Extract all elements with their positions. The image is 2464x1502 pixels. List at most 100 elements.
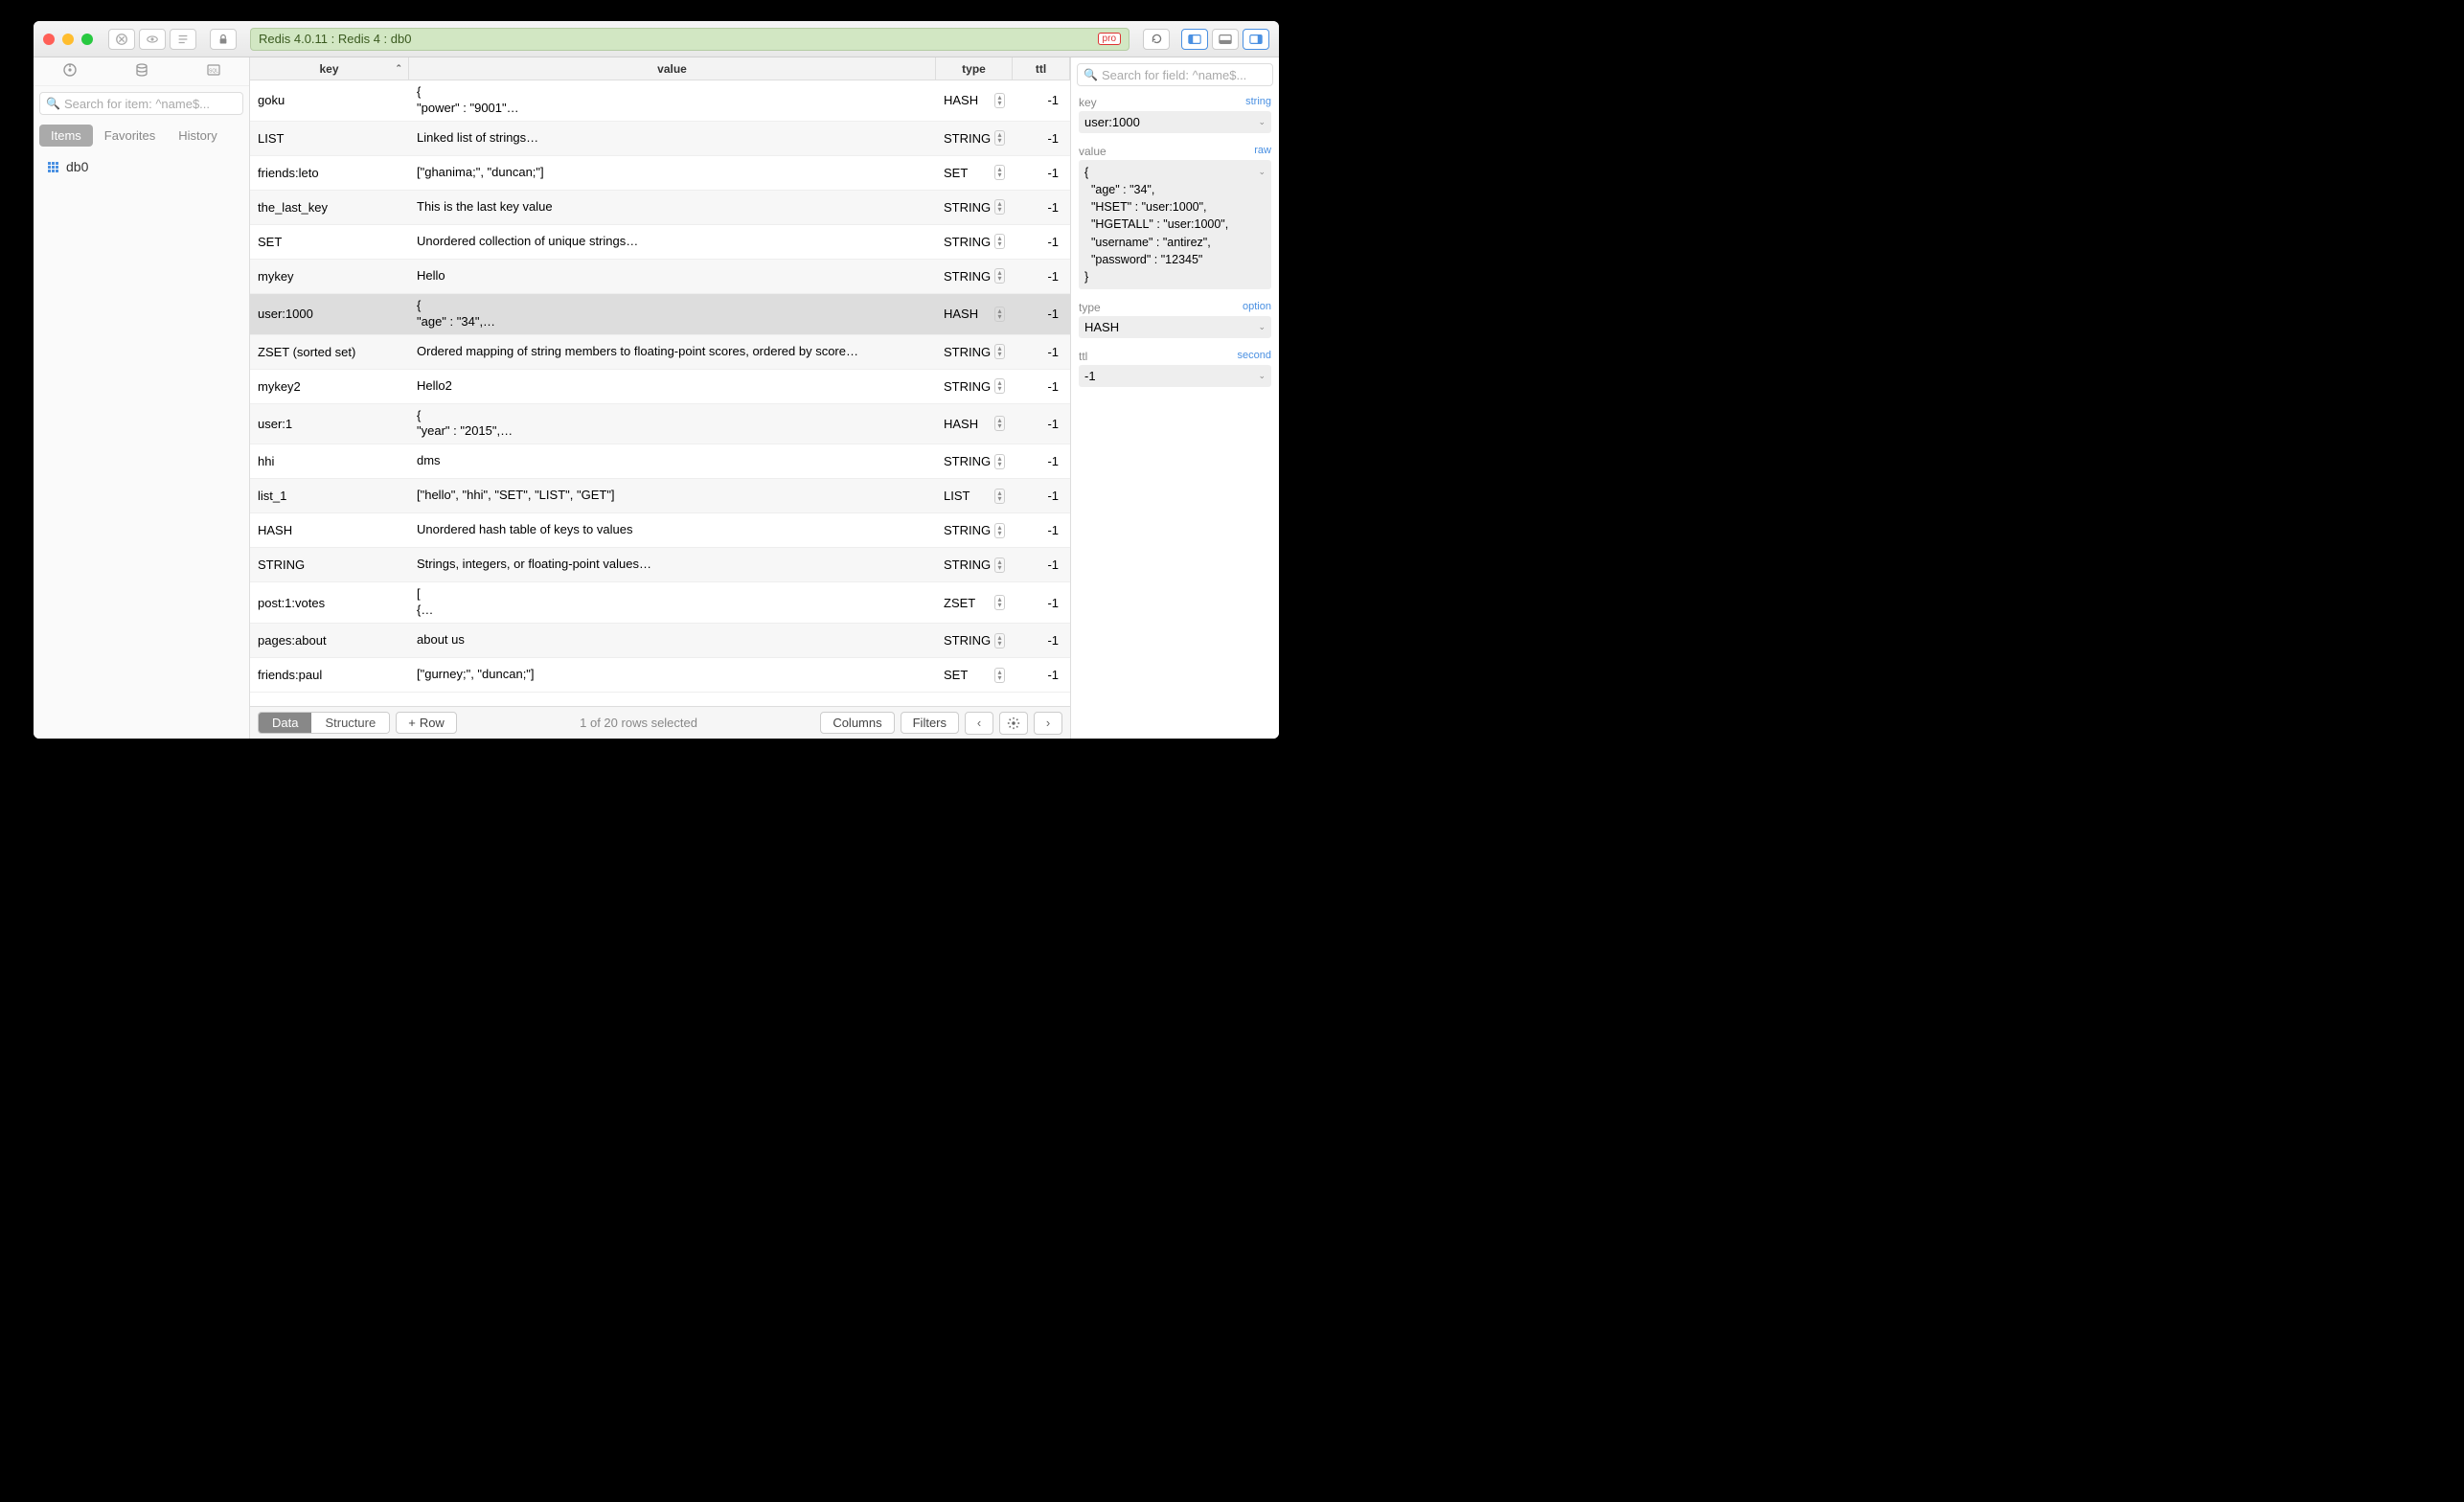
column-header-ttl[interactable]: ttl — [1013, 57, 1070, 80]
table-row[interactable]: the_last_keyThis is the last key valueST… — [250, 191, 1070, 225]
cell-type: STRING▴▾ — [936, 519, 1013, 542]
sql-icon[interactable]: SQL — [199, 62, 228, 81]
cell-type: SET▴▾ — [936, 664, 1013, 687]
cell-key: friends:paul — [250, 664, 409, 686]
cell-value: ["gurney;", "duncan;"] — [409, 663, 936, 687]
connection-icon[interactable] — [56, 62, 84, 81]
type-stepper[interactable]: ▴▾ — [994, 307, 1005, 322]
minimize-window-button[interactable] — [62, 34, 74, 45]
titlebar: Redis 4.0.11 : Redis 4 : db0 pro — [34, 21, 1279, 57]
table-row[interactable]: SETUnordered collection of unique string… — [250, 225, 1070, 260]
window-controls — [43, 34, 93, 45]
tab-history[interactable]: History — [167, 125, 228, 147]
connection-path[interactable]: Redis 4.0.11 : Redis 4 : db0 pro — [250, 28, 1129, 51]
lock-button[interactable] — [210, 29, 237, 50]
type-stepper[interactable]: ▴▾ — [994, 199, 1005, 215]
add-row-button[interactable]: +Row — [396, 712, 457, 734]
svg-text:SQL: SQL — [208, 68, 217, 74]
type-stepper[interactable]: ▴▾ — [994, 454, 1005, 469]
type-stepper[interactable]: ▴▾ — [994, 595, 1005, 610]
table-row[interactable]: mykeyHelloSTRING▴▾-1 — [250, 260, 1070, 294]
type-stepper[interactable]: ▴▾ — [994, 523, 1005, 538]
refresh-button[interactable] — [1143, 29, 1170, 50]
cell-key: user:1 — [250, 413, 409, 435]
chevron-down-icon: ⌄ — [1258, 320, 1266, 332]
type-stepper[interactable]: ▴▾ — [994, 378, 1005, 394]
database-icon[interactable] — [127, 62, 156, 81]
cell-type: STRING▴▾ — [936, 230, 1013, 253]
toggle-lines-button[interactable] — [170, 29, 196, 50]
next-page-button[interactable]: › — [1034, 712, 1062, 735]
cell-ttl: -1 — [1013, 664, 1070, 686]
pro-badge: pro — [1098, 33, 1121, 45]
type-stepper[interactable]: ▴▾ — [994, 93, 1005, 108]
table-row[interactable]: pages:aboutabout usSTRING▴▾-1 — [250, 624, 1070, 658]
view-button[interactable] — [139, 29, 166, 50]
sidebar-item-db0[interactable]: db0 — [43, 156, 240, 177]
table-row[interactable]: user:1{ "year" : "2015",…HASH▴▾-1 — [250, 404, 1070, 445]
ttl-input[interactable]: -1⌄ — [1079, 365, 1271, 387]
table-row[interactable]: LISTLinked list of strings…STRING▴▾-1 — [250, 122, 1070, 156]
type-stepper[interactable]: ▴▾ — [994, 558, 1005, 573]
field-key: keystring user:1000⌄ — [1071, 92, 1279, 141]
settings-button[interactable] — [999, 712, 1028, 735]
cell-ttl: -1 — [1013, 629, 1070, 651]
cell-key: HASH — [250, 519, 409, 541]
type-stepper[interactable]: ▴▾ — [994, 268, 1005, 284]
toggle-left-panel-button[interactable] — [1181, 29, 1208, 50]
cell-value: { "age" : "34",… — [409, 294, 936, 334]
sidebar: SQL 🔍 Search for item: ^name$... Items F… — [34, 57, 250, 739]
type-stepper[interactable]: ▴▾ — [994, 489, 1005, 504]
table-row[interactable]: ZSET (sorted set)Ordered mapping of stri… — [250, 335, 1070, 370]
type-stepper[interactable]: ▴▾ — [994, 165, 1005, 180]
toggle-bottom-panel-button[interactable] — [1212, 29, 1239, 50]
type-stepper[interactable]: ▴▾ — [994, 130, 1005, 146]
main-panel: key⌃ value type ttl goku{ "power" : "900… — [250, 57, 1070, 739]
data-tab-button[interactable]: Data — [259, 713, 311, 733]
app-window: Redis 4.0.11 : Redis 4 : db0 pro SQL 🔍 S… — [34, 21, 1279, 739]
close-window-button[interactable] — [43, 34, 55, 45]
sidebar-search-input[interactable]: 🔍 Search for item: ^name$... — [39, 92, 243, 115]
cell-type: STRING▴▾ — [936, 264, 1013, 287]
inspector-search-placeholder: Search for field: ^name$... — [1102, 68, 1246, 82]
type-stepper[interactable]: ▴▾ — [994, 344, 1005, 359]
column-header-type[interactable]: type — [936, 57, 1013, 80]
table-row[interactable]: hhidmsSTRING▴▾-1 — [250, 444, 1070, 479]
key-value-input[interactable]: user:1000⌄ — [1079, 111, 1271, 133]
tab-items[interactable]: Items — [39, 125, 93, 147]
column-header-value[interactable]: value — [409, 57, 936, 80]
filters-button[interactable]: Filters — [901, 712, 959, 734]
type-stepper[interactable]: ▴▾ — [994, 416, 1005, 431]
search-icon: 🔍 — [1084, 68, 1098, 81]
table-row[interactable]: post:1:votes[ {…ZSET▴▾-1 — [250, 582, 1070, 624]
table-row[interactable]: list_1["hello", "hhi", "SET", "LIST", "G… — [250, 479, 1070, 513]
type-stepper[interactable]: ▴▾ — [994, 633, 1005, 649]
cell-value: { "power" : "9001"… — [409, 80, 936, 121]
table-row[interactable]: HASHUnordered hash table of keys to valu… — [250, 513, 1070, 548]
table-row[interactable]: STRINGStrings, integers, or floating-poi… — [250, 548, 1070, 582]
prev-page-button[interactable]: ‹ — [965, 712, 993, 735]
stop-button[interactable] — [108, 29, 135, 50]
zoom-window-button[interactable] — [81, 34, 93, 45]
structure-tab-button[interactable]: Structure — [311, 713, 389, 733]
table-row[interactable]: mykey2Hello2STRING▴▾-1 — [250, 370, 1070, 404]
tab-favorites[interactable]: Favorites — [93, 125, 167, 147]
cell-key: the_last_key — [250, 196, 409, 218]
cell-type: STRING▴▾ — [936, 340, 1013, 363]
column-header-key[interactable]: key⌃ — [250, 57, 409, 80]
table-row[interactable]: friends:paul["gurney;", "duncan;"]SET▴▾-… — [250, 658, 1070, 693]
cell-ttl: -1 — [1013, 341, 1070, 363]
type-stepper[interactable]: ▴▾ — [994, 668, 1005, 683]
inspector-search-input[interactable]: 🔍 Search for field: ^name$... — [1077, 63, 1273, 86]
columns-button[interactable]: Columns — [820, 712, 894, 734]
table-body[interactable]: goku{ "power" : "9001"…HASH▴▾-1LISTLinke… — [250, 80, 1070, 706]
value-textarea[interactable]: { "age" : "34", "HSET" : "user:1000", "H… — [1079, 160, 1271, 289]
table-row[interactable]: goku{ "power" : "9001"…HASH▴▾-1 — [250, 80, 1070, 122]
cell-key: mykey — [250, 265, 409, 287]
type-stepper[interactable]: ▴▾ — [994, 234, 1005, 249]
table-row[interactable]: friends:leto["ghanima;", "duncan;"]SET▴▾… — [250, 156, 1070, 191]
field-ttl: ttlsecond -1⌄ — [1071, 346, 1279, 395]
type-select[interactable]: HASH⌄ — [1079, 316, 1271, 338]
table-row[interactable]: user:1000{ "age" : "34",…HASH▴▾-1 — [250, 294, 1070, 335]
toggle-right-panel-button[interactable] — [1243, 29, 1269, 50]
